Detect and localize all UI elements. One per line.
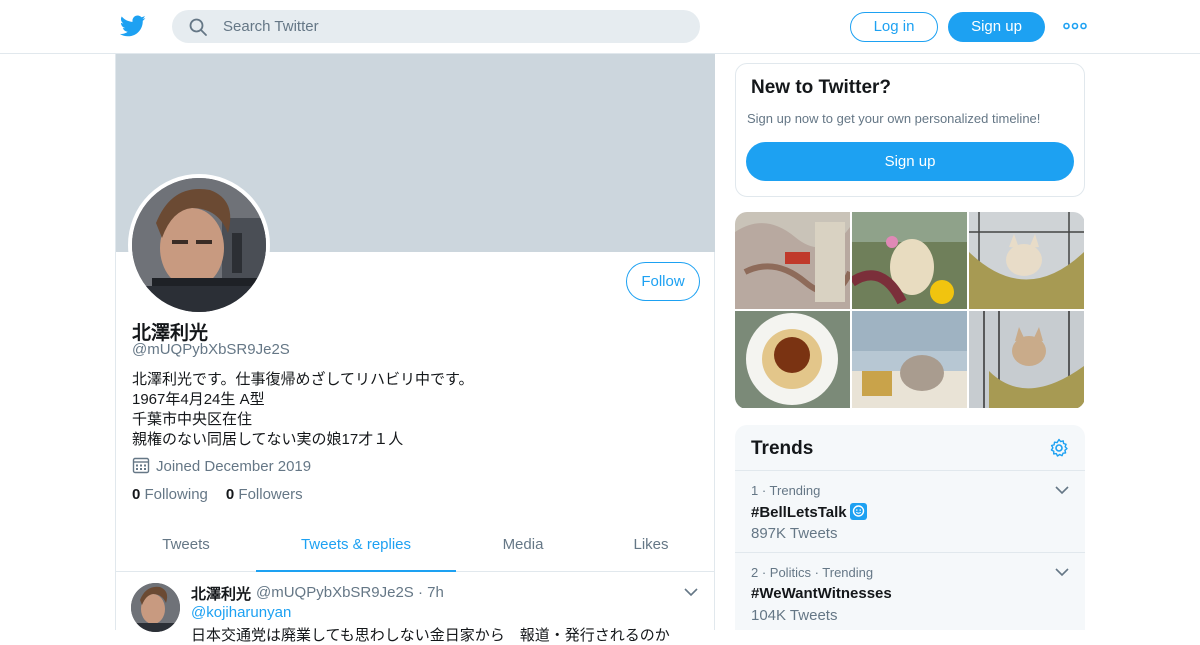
media-thumbnail[interactable] [969, 311, 1084, 408]
media-thumbnail[interactable] [969, 212, 1084, 309]
signup-card-button[interactable]: Sign up [746, 142, 1074, 181]
tweet-avatar-photo [131, 583, 180, 632]
profile-tabs: Tweets Tweets & replies Media Likes [116, 520, 715, 572]
following-link[interactable]: 0 Following [132, 486, 208, 503]
chevron-down-icon[interactable] [1055, 485, 1069, 495]
bio-line: 北澤利光です。仕事復帰めざしてリハビリ中です。 [132, 371, 474, 388]
follow-button[interactable]: Follow [626, 262, 700, 301]
followers-link[interactable]: 0 Followers [226, 486, 303, 503]
tab-likes[interactable]: Likes [590, 520, 712, 572]
profile-column: Follow 北澤利光 @mUQPybXbSR9Je2S 北澤利光です。仕事復帰… [115, 54, 715, 644]
media-thumbnail[interactable] [852, 212, 967, 309]
signup-card: New to Twitter? Sign up now to get your … [735, 63, 1085, 197]
chevron-down-icon[interactable] [684, 587, 698, 597]
trend-hashtag[interactable]: #WeWantWitnesses [751, 585, 892, 602]
tweet-item[interactable]: 北澤利光 @mUQPybXbSR9Je2S · 7h @kojiharunyan… [116, 573, 715, 644]
tweet-author-name[interactable]: 北澤利光 [191, 583, 251, 604]
trend-item[interactable]: 2 · Politics · Trending #WeWantWitnesses… [735, 552, 1085, 634]
trend-hashtag-text: #BellLetsTalk [751, 504, 847, 521]
trend-tweet-count: 897K Tweets [751, 525, 838, 542]
following-label: Following [144, 486, 208, 503]
trend-tweet-count: 104K Tweets [751, 607, 838, 624]
profile-handle: @mUQPybXbSR9Je2S [132, 341, 290, 358]
login-button[interactable]: Log in [850, 12, 938, 42]
tweet-meta: @mUQPybXbSR9Je2S · 7h [256, 584, 444, 601]
media-thumbnail[interactable] [852, 311, 967, 408]
following-count: 0 [132, 486, 141, 503]
avatar-photo [132, 178, 266, 312]
media-thumbnail[interactable] [735, 212, 850, 309]
tweet-author-avatar[interactable] [131, 583, 180, 632]
followers-label: Followers [238, 486, 303, 503]
bio-line: 千葉市中央区在住 [132, 411, 253, 428]
signup-button[interactable]: Sign up [948, 12, 1045, 42]
trend-hashtag[interactable]: #BellLetsTalk [751, 503, 867, 521]
speech-bubble-emoji-icon [849, 503, 867, 520]
search-icon [189, 18, 207, 36]
settings-gear-icon[interactable] [1049, 438, 1069, 458]
profile-bio: 北澤利光です。仕事復帰めざしてリハビリ中です。 1967年4月24生 A型 千葉… [132, 370, 474, 450]
trend-item[interactable]: 1 · Trending #BellLetsTalk 897K Tweets [735, 470, 1085, 552]
bio-line: 親権のない同居してない実の娘17才１人 [132, 431, 404, 448]
calendar-icon [132, 457, 150, 474]
profile-avatar[interactable] [128, 174, 270, 316]
joined-text: Joined December 2019 [156, 458, 312, 475]
more-options-icon[interactable] [1063, 17, 1087, 35]
joined-date: Joined December 2019 [132, 456, 311, 475]
search-input[interactable]: Search Twitter [172, 10, 700, 43]
chevron-down-icon[interactable] [1055, 567, 1069, 577]
tab-tweets[interactable]: Tweets [116, 520, 256, 572]
trends-title: Trends [751, 438, 814, 459]
twitter-bird-icon[interactable] [120, 13, 146, 39]
tweet-reply-mention[interactable]: @kojiharunyan [191, 604, 291, 621]
signup-card-title: New to Twitter? [751, 77, 892, 98]
bio-line: 1967年4月24生 A型 [132, 391, 265, 408]
followers-count: 0 [225, 486, 235, 503]
trends-panel: Trends 1 · Trending #BellLetsTalk 897K T… [735, 425, 1085, 630]
follow-stats: 0 Following 0 Followers [132, 486, 303, 503]
search-placeholder: Search Twitter [223, 18, 319, 35]
media-grid [735, 212, 1085, 409]
tab-tweets-replies[interactable]: Tweets & replies [256, 520, 456, 572]
media-thumbnail[interactable] [735, 311, 850, 408]
trend-meta: 1 · Trending [751, 483, 821, 498]
signup-card-subtitle: Sign up now to get your own personalized… [747, 111, 1041, 126]
top-navigation-bar: Search Twitter Log in Sign up [0, 0, 1200, 54]
tweet-text: 日本交通党は廃業しても思わしない金日家から 報道・発行されるのか [191, 627, 670, 644]
trend-meta: 2 · Politics · Trending [751, 565, 874, 580]
tab-media[interactable]: Media [456, 520, 590, 572]
